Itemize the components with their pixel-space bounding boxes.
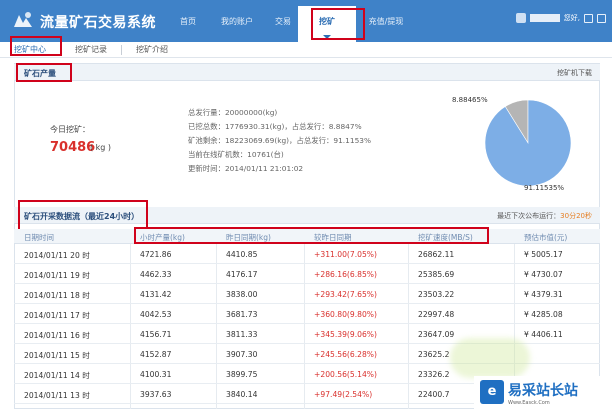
- cell-speed: 25385.69: [418, 270, 455, 279]
- logo-icon: [14, 12, 32, 27]
- main-nav: 首页 我的账户 交易 挖矿 充值/提现: [170, 0, 416, 42]
- pie-label-mined: 8.88465%: [452, 96, 488, 104]
- pie-slice-1: [484, 99, 572, 187]
- today-mining-label: 今日挖矿：: [50, 125, 90, 134]
- cell-speed: 23503.22: [418, 290, 455, 299]
- output-stats: 总发行量：20000000(kg) 已挖总数：1776930.31(kg)，占总…: [188, 106, 371, 176]
- cell-hour-output: 4152.87: [140, 350, 172, 359]
- watermark-glow: [450, 338, 530, 378]
- watermark-sub: Www.Easck.Com: [508, 400, 550, 406]
- user-greeting: 您好,: [563, 14, 580, 22]
- next-publish-value: 30分20秒: [560, 212, 592, 220]
- table-row: 2014/01/11 20 时 4721.86 4410.85 +311.00(…: [14, 245, 600, 264]
- miner-download-link[interactable]: 挖矿机下载: [557, 68, 592, 78]
- highlight-box-output-title: [16, 63, 72, 82]
- stat-mined-total: 已挖总数：1776930.31(kg)，占总发行：8.8847%: [188, 122, 362, 131]
- highlight-box-nav: [311, 8, 365, 40]
- user-icon: [515, 13, 526, 23]
- cell-hour-output: 4721.86: [140, 250, 172, 259]
- message-icon[interactable]: [584, 13, 593, 23]
- cell-hour-output: 4156.71: [140, 330, 172, 339]
- user-area: 您好,: [515, 13, 606, 23]
- cell-value: ¥ 4285.08: [524, 310, 563, 319]
- stat-total-issue: 总发行量：20000000(kg): [188, 108, 278, 117]
- stat-online-miners: 当前在线矿机数：10761(台): [188, 150, 284, 159]
- cell-datetime: 2014/01/11 20 时: [24, 251, 90, 260]
- cell-datetime: 2014/01/11 19 时: [24, 271, 90, 280]
- cell-change: +360.80(9.80%): [314, 310, 377, 319]
- cell-datetime: 2014/01/11 15 时: [24, 351, 90, 360]
- highlight-box-columns: [134, 227, 489, 244]
- next-publish-label: 最近下次公布运行：: [497, 212, 561, 220]
- table-row: 2014/01/11 17 时 4042.53 3681.73 +360.80(…: [14, 305, 600, 324]
- watermark-logo: e: [480, 380, 504, 404]
- stat-pool-remaining: 矿池剩余：18223069.69(kg)，占总发行：91.1153%: [188, 136, 371, 145]
- cell-change: +97.49(2.54%): [314, 390, 373, 399]
- pie-chart: 8.88465% 91.11535%: [452, 88, 578, 198]
- subnav-mining-records[interactable]: 挖矿记录: [60, 44, 121, 55]
- logout-icon[interactable]: [597, 13, 606, 23]
- next-publish: 最近下次公布运行：30分20秒: [497, 211, 592, 221]
- watermark-text: 易采站长站: [508, 383, 578, 399]
- cell-datetime: 2014/01/11 14 时: [24, 371, 90, 380]
- cell-yesterday: 3907.30: [226, 350, 258, 359]
- highlight-box-data-title: [18, 200, 148, 232]
- nav-deposit-withdraw[interactable]: 充值/提现: [356, 0, 416, 42]
- cell-yesterday: 4410.85: [226, 250, 258, 259]
- user-name-masked: [529, 14, 560, 22]
- highlight-box-subnav: [10, 36, 62, 56]
- nav-home[interactable]: 首页: [170, 0, 206, 42]
- col-datetime: 日期时间: [24, 233, 54, 242]
- pie-label-remaining: 91.11535%: [524, 184, 565, 192]
- cell-speed: 22400.7: [418, 390, 450, 399]
- subnav-mining-intro[interactable]: 挖矿介绍: [121, 44, 182, 55]
- cell-datetime: 2014/01/11 18 时: [24, 291, 90, 300]
- cell-hour-output: 4462.33: [140, 270, 172, 279]
- cell-hour-output: 4042.53: [140, 310, 172, 319]
- cell-yesterday: 3899.75: [226, 370, 258, 379]
- cell-speed: 26862.11: [418, 250, 455, 259]
- cell-change: +245.56(6.28%): [314, 350, 377, 359]
- cell-change: +345.39(9.06%): [314, 330, 377, 339]
- cell-speed: 23326.2: [418, 370, 450, 379]
- app-title: 流量矿石交易系统: [40, 15, 156, 31]
- cell-hour-output: 4131.42: [140, 290, 172, 299]
- nav-my-account[interactable]: 我的账户: [206, 0, 268, 42]
- cell-value: ¥ 5005.17: [524, 250, 563, 259]
- col-est-market-value: 预估市值(元): [524, 233, 568, 242]
- watermark-badge: e 易采站长站 Www.Easck.Com: [474, 376, 612, 409]
- table-row: 2014/01/11 18 时 4131.42 3838.00 +293.42(…: [14, 285, 600, 304]
- top-bar: 流量矿石交易系统 首页 我的账户 交易 挖矿 充值/提现 您好,: [0, 0, 612, 42]
- pie-svg: [484, 99, 572, 187]
- output-section-header: 矿石产量 挖矿机下载: [14, 64, 600, 81]
- table-row: 2014/01/11 19 时 4462.33 4176.17 +286.16(…: [14, 265, 600, 284]
- today-mining-unit: ( kg ): [90, 143, 112, 152]
- cell-datetime: 2014/01/11 13 时: [24, 391, 90, 400]
- cell-change: +293.42(7.65%): [314, 290, 377, 299]
- cell-change: +311.00(7.05%): [314, 250, 377, 259]
- cell-change: +200.56(5.14%): [314, 370, 377, 379]
- cell-speed: 23625.2: [418, 350, 450, 359]
- today-mining-value: 70486: [50, 140, 96, 155]
- nav-trade[interactable]: 交易: [268, 0, 298, 42]
- cell-change: +286.16(6.85%): [314, 270, 377, 279]
- cell-datetime: 2014/01/11 16 时: [24, 331, 90, 340]
- cell-yesterday: 3681.73: [226, 310, 258, 319]
- cell-yesterday: 3811.33: [226, 330, 258, 339]
- cell-yesterday: 4176.17: [226, 270, 258, 279]
- sub-nav: 挖矿中心 挖矿记录 挖矿介绍: [0, 42, 612, 58]
- cell-value: ¥ 4379.31: [524, 290, 563, 299]
- cell-datetime: 2014/01/11 17 时: [24, 311, 90, 320]
- cell-speed: 22997.48: [418, 310, 455, 319]
- cell-hour-output: 3937.63: [140, 390, 172, 399]
- cell-hour-output: 4100.31: [140, 370, 172, 379]
- cell-yesterday: 3840.14: [226, 390, 258, 399]
- cell-value: ¥ 4406.11: [524, 330, 563, 339]
- stat-update-time: 更新时间：2014/01/11 21:01:02: [188, 164, 304, 173]
- cell-yesterday: 3838.00: [226, 290, 258, 299]
- cell-value: ¥ 4730.07: [524, 270, 563, 279]
- cell-speed: 23647.09: [418, 330, 455, 339]
